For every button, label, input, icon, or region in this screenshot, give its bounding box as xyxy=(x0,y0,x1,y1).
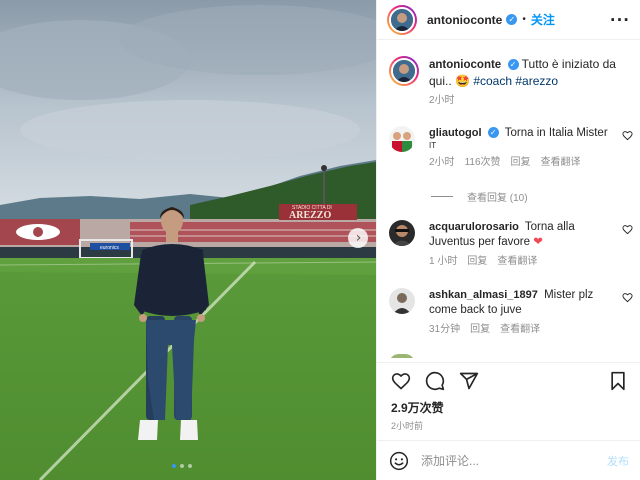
comment-row: ashkan_almasi_1897 Mister plz come back … xyxy=(389,288,635,337)
like-comment-heart-icon[interactable] xyxy=(622,130,633,141)
reply-button[interactable]: 回复 xyxy=(470,322,490,337)
comment-username[interactable]: gliautogol xyxy=(429,127,482,139)
more-options-icon[interactable]: ··· xyxy=(610,11,630,29)
carousel-dot-active xyxy=(172,464,176,468)
avatar-image xyxy=(391,8,413,31)
comments-list[interactable]: antonioconte ✓ Tutto è iniziato da qui..… xyxy=(377,46,640,358)
comment-avatar[interactable] xyxy=(389,288,415,314)
avatar-image xyxy=(389,220,415,246)
comment-username[interactable]: acquarulorosario xyxy=(429,221,519,233)
separator-dot: • xyxy=(522,14,526,25)
carousel-dots xyxy=(172,464,192,468)
comment-row: gliautogol ✓ Torna in Italia Mister IT 2… xyxy=(389,126,635,170)
view-replies-label: 查看回复 (10) xyxy=(467,193,528,204)
verified-badge-icon: ✓ xyxy=(506,14,518,25)
emoji-star-struck-icon: 🤩 xyxy=(455,74,470,88)
comment-time: 31分钟 xyxy=(429,324,461,335)
red-heart-emoji-icon: ❤ xyxy=(533,236,543,248)
comment-likes[interactable]: 116次赞 xyxy=(465,155,501,170)
chevron-right-icon: › xyxy=(355,230,362,246)
caption-time: 2小时 xyxy=(429,95,455,106)
post-timestamp: 2小时前 xyxy=(391,421,424,431)
carousel-dot xyxy=(180,464,184,468)
post-header: antonioconte ✓ • 关注 ··· xyxy=(377,0,640,40)
comment-time: 1 小时 xyxy=(429,256,458,267)
avatar-image xyxy=(389,288,415,314)
post-photo[interactable]: STADIO CITTA DI AREZZO euronics › xyxy=(0,0,376,480)
goal-board-text: euronics xyxy=(100,245,119,251)
comment-avatar[interactable] xyxy=(389,220,415,246)
comment-avatar[interactable] xyxy=(389,126,415,152)
verified-badge-icon: ✓ xyxy=(487,127,499,139)
replies-divider-line xyxy=(431,196,453,197)
avatar-image xyxy=(389,126,415,152)
like-comment-heart-icon[interactable] xyxy=(622,292,633,303)
comment-time: 2小时 xyxy=(429,157,455,168)
reply-button[interactable]: 回复 xyxy=(511,155,531,170)
translate-button[interactable]: 查看翻译 xyxy=(497,254,537,269)
view-replies-button[interactable]: 查看回复 (10) xyxy=(431,189,528,204)
reply-button[interactable]: 回复 xyxy=(467,254,487,269)
italy-flag-icon: IT xyxy=(429,141,437,150)
caption-username[interactable]: antonioconte xyxy=(429,59,501,71)
share-send-icon[interactable] xyxy=(459,371,479,391)
carousel-dot xyxy=(188,464,192,468)
author-username[interactable]: antonioconte xyxy=(427,13,502,27)
bookmark-save-icon[interactable] xyxy=(609,371,627,391)
avatar-image xyxy=(393,60,415,82)
comment-bubble-icon[interactable] xyxy=(425,371,445,391)
stadium-sign-main-text: AREZZO xyxy=(289,210,331,221)
caption-avatar[interactable] xyxy=(389,56,419,86)
carousel-next-button[interactable]: › xyxy=(348,228,368,248)
stadium-scene-image: STADIO CITTA DI AREZZO euronics xyxy=(0,0,376,480)
post-comment-button[interactable]: 发布 xyxy=(607,453,629,469)
comment-username[interactable]: ashkan_almasi_1897 xyxy=(429,289,538,301)
translate-button[interactable]: 查看翻译 xyxy=(500,322,540,337)
caption-row: antonioconte ✓ Tutto è iniziato da qui..… xyxy=(389,56,635,109)
follow-button[interactable]: 关注 xyxy=(531,11,555,28)
verified-badge-icon: ✓ xyxy=(507,59,519,71)
likes-count[interactable]: 2.9万次赞 xyxy=(377,399,640,416)
translate-button[interactable]: 查看翻译 xyxy=(541,155,581,170)
caption-hashtags[interactable]: #coach #arezzo xyxy=(473,74,558,88)
like-comment-heart-icon[interactable] xyxy=(622,224,633,235)
post-actions: 2.9万次赞 2小时前 xyxy=(377,362,640,432)
comment-row: acquarulorosario Torna alla Juventus per… xyxy=(389,220,635,269)
like-heart-icon[interactable] xyxy=(391,371,411,391)
comment-text: Torna in Italia Mister xyxy=(504,127,608,139)
emoji-smiley-icon[interactable] xyxy=(389,451,409,471)
post-side-panel: antonioconte ✓ • 关注 ··· antonioconte ✓ T… xyxy=(376,0,640,480)
comment-avatar-partial xyxy=(389,354,415,358)
author-avatar[interactable] xyxy=(387,4,417,35)
comment-input[interactable] xyxy=(421,453,591,468)
add-comment-bar: 发布 xyxy=(377,440,640,480)
